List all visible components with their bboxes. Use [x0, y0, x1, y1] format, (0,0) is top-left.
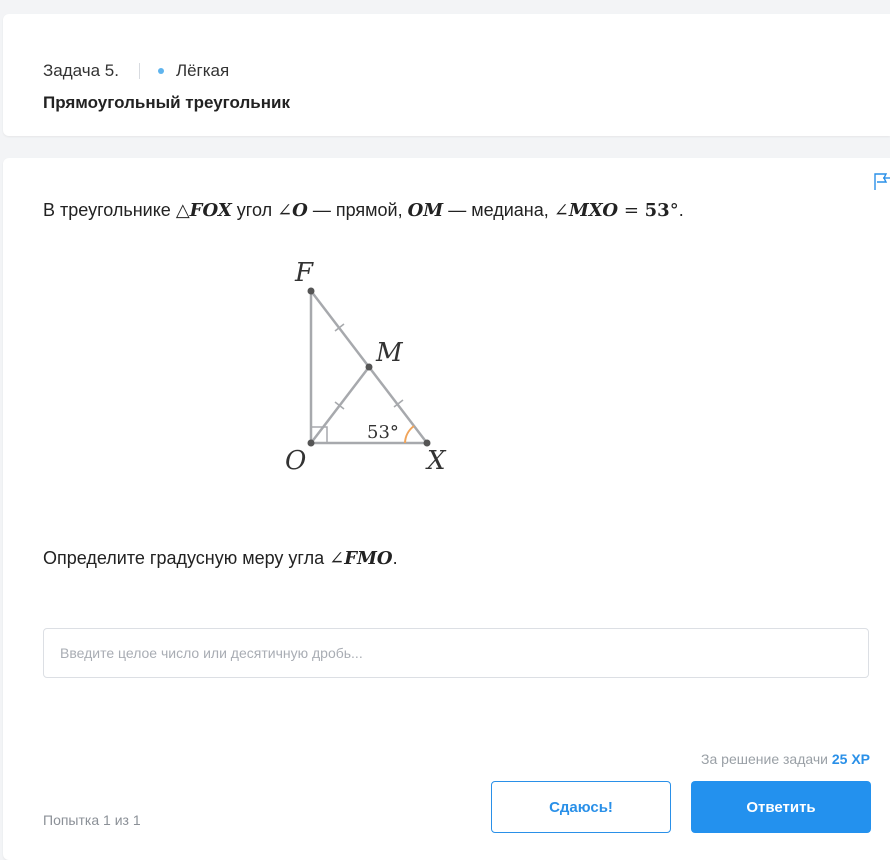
vertex-m	[365, 363, 373, 371]
reward-info: За решение задачи 25 XP	[701, 751, 870, 767]
triangle-symbol: △	[175, 200, 190, 221]
problem-statement: В треугольнике △FOX угол ∠O — прямой, OM…	[43, 200, 684, 221]
vertex-o	[307, 439, 315, 447]
task-title: Прямоугольный треугольник	[43, 93, 290, 112]
submit-button[interactable]: Ответить	[691, 781, 871, 833]
question-body: Определите градусную меру угла	[43, 548, 330, 568]
triangle-diagram: F M O X 53°	[285, 258, 447, 476]
task-meta: Задача 5. Лёгкая	[43, 61, 229, 81]
attempt-counter: Попытка 1 из 1	[43, 812, 141, 828]
angle-symbol: ∠	[277, 200, 293, 221]
label-m: M	[375, 338, 404, 368]
angle-mxo: MXO	[568, 200, 619, 221]
angle-arc	[404, 425, 415, 444]
statement-text: — прямой,	[307, 200, 408, 220]
triangle-name: FOX	[189, 200, 232, 221]
page: Задача 5. Лёгкая Прямоугольный треугольн…	[0, 0, 890, 860]
triangle-figure: F M O X 53°	[273, 256, 473, 486]
angle-value: 53	[644, 200, 670, 221]
angle-label: 53°	[367, 422, 399, 443]
reward-xp: 25 XP	[831, 751, 870, 767]
statement-text: — медиана,	[443, 200, 554, 220]
equals-sign: =	[618, 200, 645, 221]
statement-text: В треугольнике	[43, 200, 176, 220]
angle-symbol: ∠	[329, 548, 345, 569]
statement-text: угол	[231, 200, 278, 220]
answer-input[interactable]	[43, 628, 869, 678]
task-header-card: Задача 5. Лёгкая Прямоугольный треугольн…	[3, 14, 890, 136]
difficulty-label: Лёгкая	[175, 61, 230, 80]
question-text: Определите градусную меру угла ∠FMO.	[43, 548, 398, 569]
degree-sign: °	[669, 200, 679, 221]
meta-divider	[138, 63, 140, 79]
difficulty-dot-icon	[157, 68, 164, 74]
vertex-f	[307, 287, 315, 295]
label-f: F	[294, 258, 314, 288]
median-name: OM	[407, 200, 444, 221]
label-x: X	[425, 446, 447, 476]
angle-o: O	[292, 200, 308, 221]
angle-symbol: ∠	[553, 200, 569, 221]
label-o: O	[285, 446, 306, 476]
task-number: Задача 5.	[43, 61, 119, 80]
task-body-card: В треугольнике △FOX угол ∠O — прямой, OM…	[3, 158, 890, 860]
reward-text: За решение задачи	[701, 751, 832, 767]
question-end: .	[392, 548, 398, 568]
question-angle: FMO	[344, 548, 393, 569]
give-up-button[interactable]: Сдаюсь!	[491, 781, 671, 833]
statement-text: .	[678, 200, 684, 220]
report-flag-icon[interactable]	[874, 173, 890, 191]
